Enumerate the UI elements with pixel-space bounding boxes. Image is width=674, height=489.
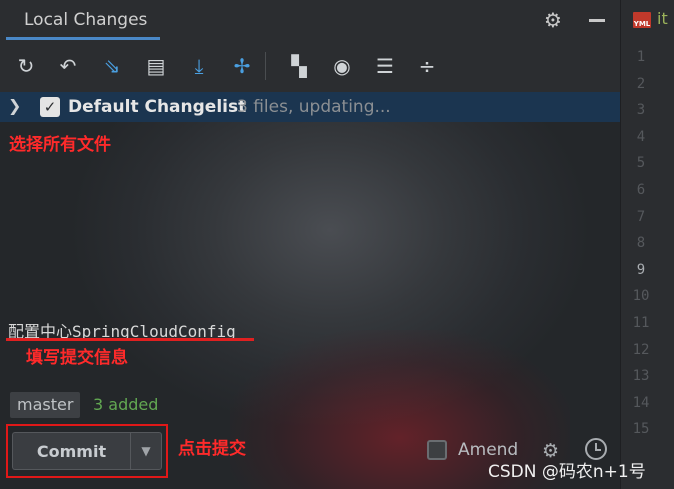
tab-local-changes[interactable]: Local Changes [8,0,163,40]
minimize-icon[interactable] [585,8,609,32]
line-number: 12 [632,341,650,358]
annotation-select-all: 选择所有文件 [9,135,111,155]
update-icon[interactable]: ⤓ [187,54,211,78]
yml-file-icon: YML [633,12,651,28]
view-options-icon[interactable]: ◉ [330,54,354,78]
line-number: 14 [632,394,650,411]
line-number: 10 [632,288,650,305]
line-number: 2 [636,75,646,92]
rollback-icon[interactable]: ↶ [56,54,80,78]
toolbar-separator [265,52,266,80]
changelist-row[interactable]: ❯ ✓ Default Changelist 3 files, updating… [0,92,620,122]
local-changes-panel: Local Changes ⚙ ↻ ↶ ⇘ ▤ ⤓ ✢ ▚ ◉ ☰ ÷ ❯ ✓ … [0,0,620,489]
line-number: 11 [632,314,650,331]
annotation-underline [6,338,254,341]
line-number-gutter: 1 2 3 4 5 6 7 8 9 10 11 12 13 14 15 [621,44,674,443]
annotation-commit-box [6,424,168,478]
collapse-all-icon[interactable]: ÷ [415,54,439,78]
refresh-icon[interactable]: ↻ [14,54,38,78]
line-number: 9 [636,261,646,278]
expand-all-icon[interactable]: ☰ [373,54,397,78]
changelist-checkbox[interactable]: ✓ [40,97,60,117]
line-number: 8 [636,235,646,252]
line-number: 7 [636,208,646,225]
chevron-right-icon[interactable]: ❯ [8,96,21,115]
changelist-name: Default Changelist [68,97,247,117]
branch-badge[interactable]: master [10,392,81,418]
line-number: 1 [636,49,646,65]
added-files-status: 3 added [93,395,159,414]
amend-checkbox[interactable] [427,440,447,460]
line-number: 4 [636,128,646,145]
line-number: 13 [632,368,650,385]
panel-tabbar: Local Changes ⚙ [0,0,620,41]
merge-icon[interactable]: ✢ [230,54,254,78]
changes-toolbar: ↻ ↶ ⇘ ▤ ⤓ ✢ ▚ ◉ ☰ ÷ [0,40,620,92]
editor-tab-label: it [657,9,668,28]
annotation-click-commit: 点击提交 [178,439,246,459]
shelve-icon[interactable]: ▤ [144,54,168,78]
editor-tab[interactable]: YML it [621,0,674,40]
watermark: CSDN @码农n+1号 [488,462,646,482]
diff-icon[interactable]: ⇘ [100,54,124,78]
changelist-meta: 3 files, updating... [237,97,391,117]
line-number: 6 [636,181,646,198]
gear-icon[interactable]: ⚙ [541,8,565,32]
group-by-icon[interactable]: ▚ [287,54,311,78]
editor-pane: YML it 1 2 3 4 5 6 7 8 9 10 11 12 13 14 15 [620,0,674,489]
annotation-fill-message: 填写提交信息 [26,348,128,368]
line-number: 3 [636,102,646,119]
line-number: 15 [632,421,650,438]
line-number: 5 [636,155,646,172]
